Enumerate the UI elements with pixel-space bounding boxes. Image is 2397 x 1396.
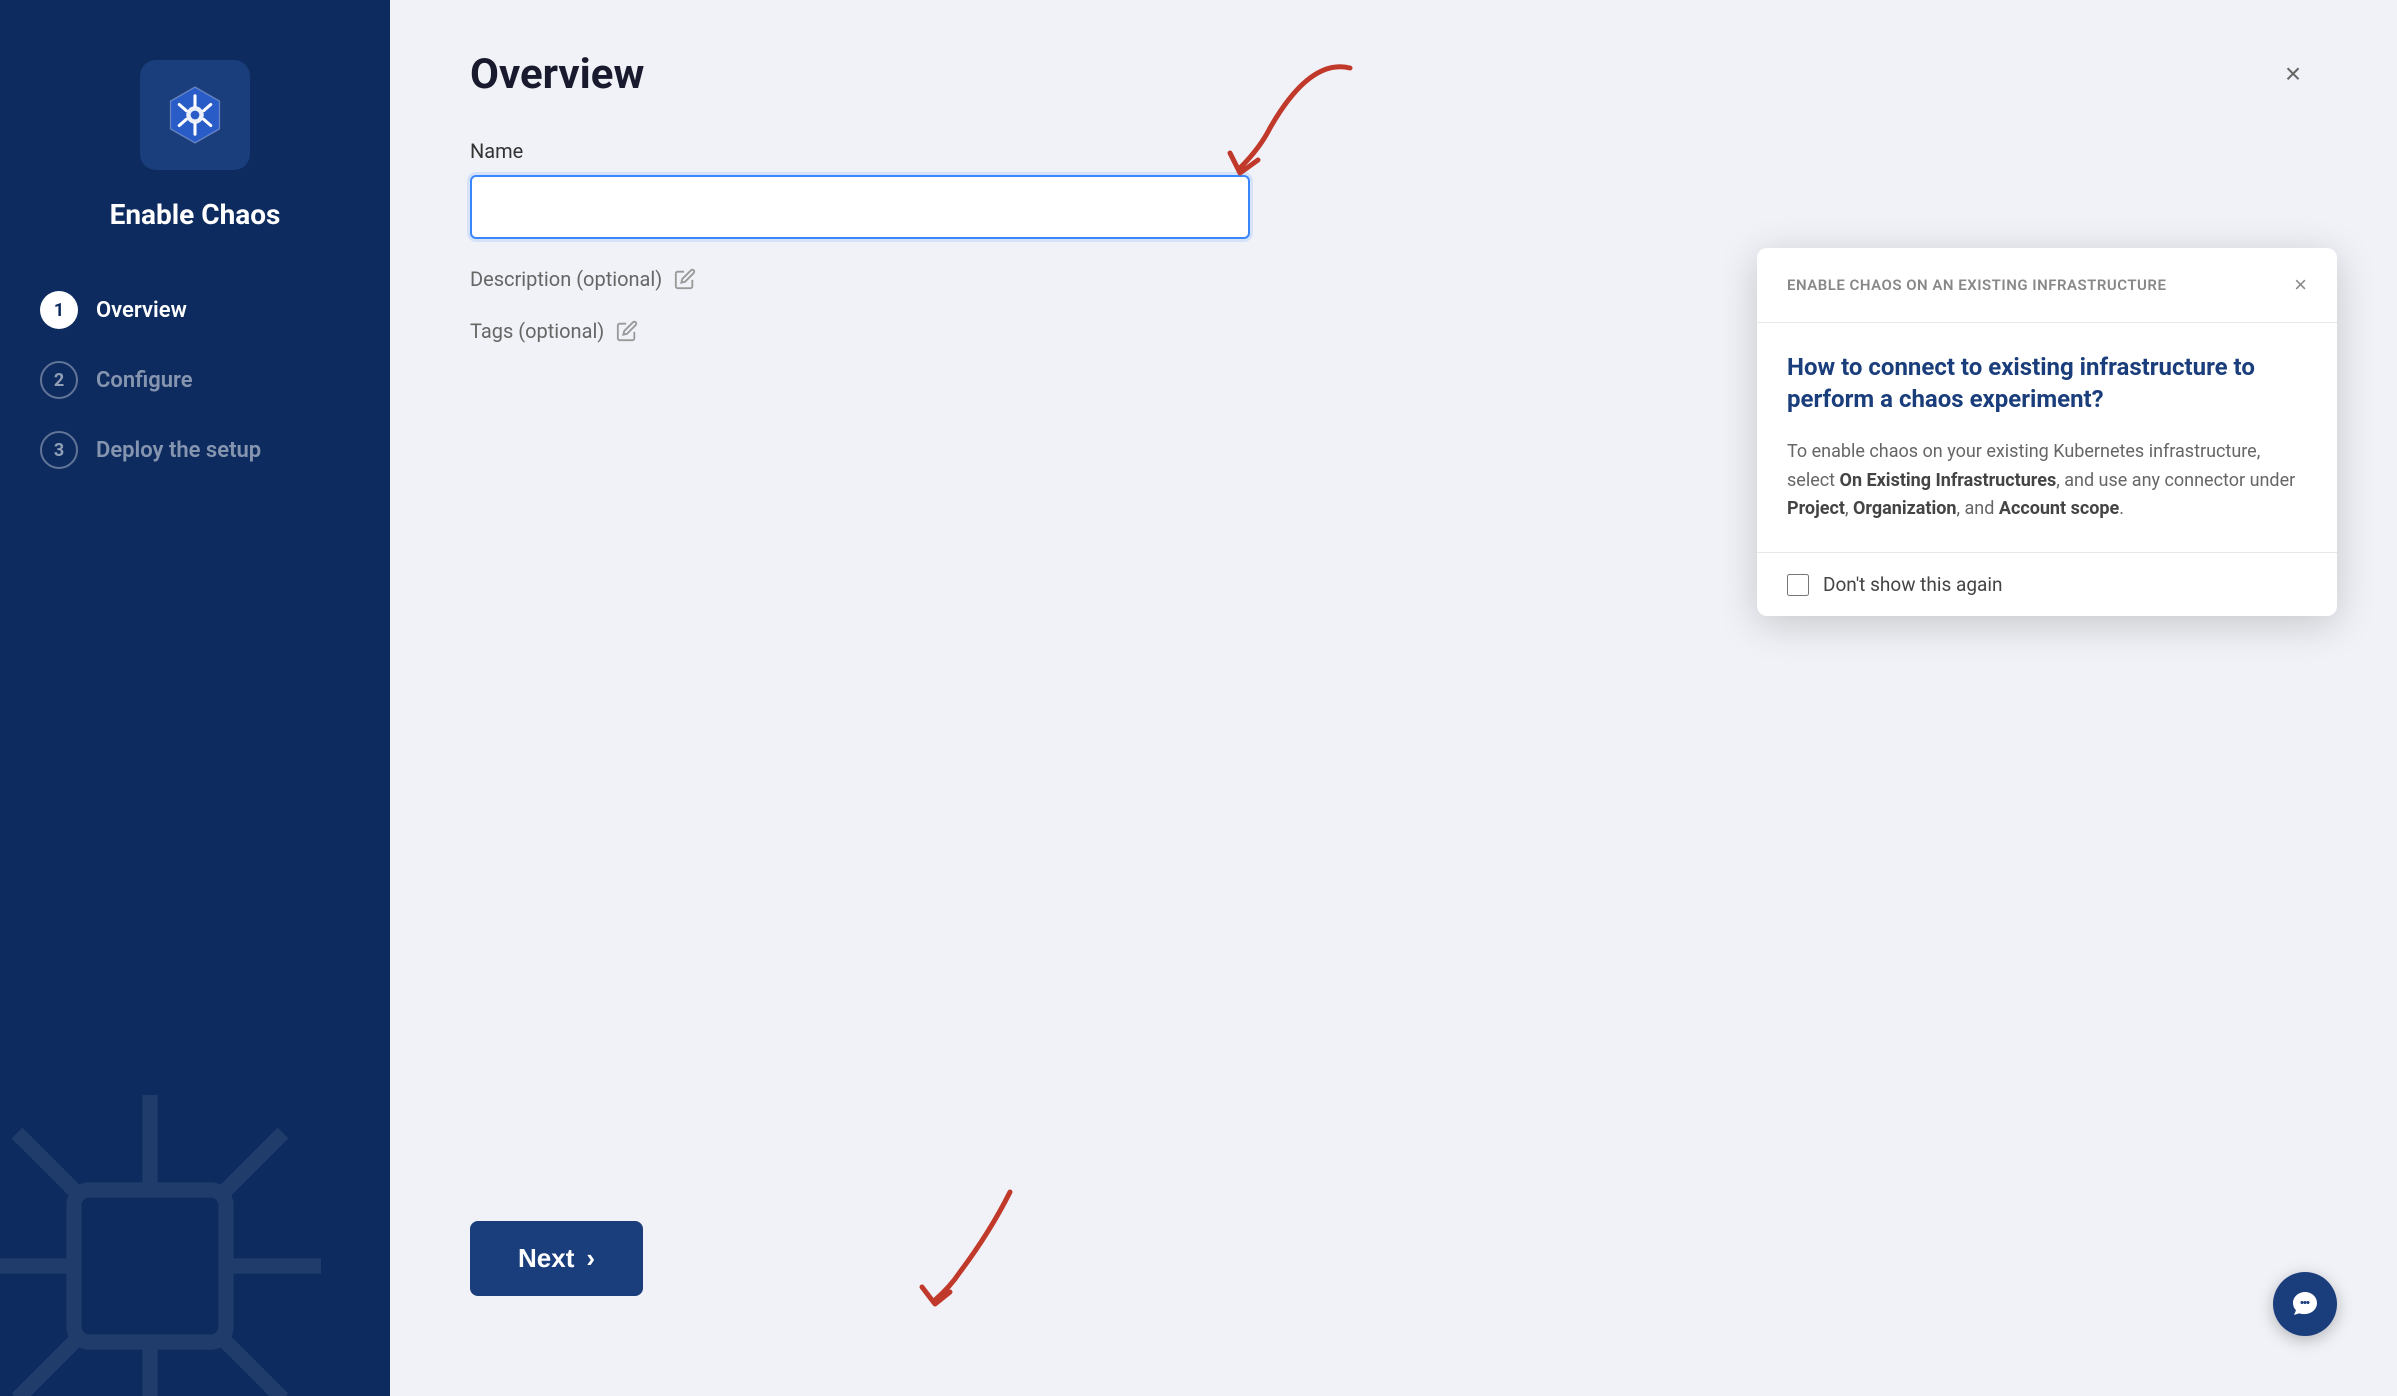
tooltip-question: How to connect to existing infrastructur…: [1787, 351, 2307, 416]
next-button[interactable]: Next ›: [470, 1221, 643, 1296]
steps-list: 1 Overview 2 Configure 3 Deploy the setu…: [0, 291, 390, 469]
tooltip-panel: ENABLE CHAOS ON AN EXISTING INFRASTRUCTU…: [1757, 248, 2337, 616]
step-2-number: 2: [40, 361, 78, 399]
next-label: Next: [518, 1243, 574, 1274]
app-logo: [140, 60, 250, 170]
tooltip-header-text: ENABLE CHAOS ON AN EXISTING INFRASTRUCTU…: [1787, 276, 2166, 294]
step-2-configure[interactable]: 2 Configure: [40, 361, 350, 399]
dont-show-checkbox[interactable]: [1787, 574, 1809, 596]
tooltip-header: ENABLE CHAOS ON AN EXISTING INFRASTRUCTU…: [1757, 248, 2337, 323]
tag-edit-icon: [616, 320, 638, 342]
close-button[interactable]: ×: [2269, 50, 2317, 98]
page-title: Overview: [470, 50, 644, 99]
name-label: Name: [470, 139, 1250, 163]
chat-icon: [2289, 1288, 2321, 1320]
edit-icon: [674, 268, 696, 290]
page-header: Overview ×: [470, 50, 2317, 99]
annotation-arrow-name: [1210, 48, 1370, 192]
step-1-number: 1: [40, 291, 78, 329]
sidebar: Enable Chaos 1 Overview 2 Configure 3 De…: [0, 0, 390, 1396]
tooltip-body: How to connect to existing infrastructur…: [1757, 323, 2337, 552]
step-3-deploy[interactable]: 3 Deploy the setup: [40, 431, 350, 469]
dont-show-label: Don't show this again: [1823, 573, 2002, 596]
step-2-label: Configure: [96, 368, 193, 393]
step-1-overview[interactable]: 1 Overview: [40, 291, 350, 329]
sidebar-title: Enable Chaos: [110, 198, 281, 231]
tags-field[interactable]: Tags (optional): [470, 319, 1250, 343]
step-1-label: Overview: [96, 298, 187, 323]
tooltip-text: To enable chaos on your existing Kuberne…: [1787, 438, 2307, 524]
next-chevron-icon: ›: [586, 1243, 595, 1274]
sidebar-watermark: [0, 1076, 340, 1396]
tooltip-close-button[interactable]: ×: [2294, 272, 2307, 298]
description-label: Description (optional): [470, 267, 662, 291]
step-3-label: Deploy the setup: [96, 438, 261, 463]
main-content: Overview × Name Description (optional) T…: [390, 0, 2397, 1396]
step-3-number: 3: [40, 431, 78, 469]
form-section: Name Description (optional) Tags (option…: [470, 139, 1250, 343]
annotation-arrow-next: [910, 1182, 1050, 1316]
name-input[interactable]: [470, 175, 1250, 239]
kubernetes-icon: [160, 80, 230, 150]
description-field[interactable]: Description (optional): [470, 267, 1250, 291]
chat-button[interactable]: [2273, 1272, 2337, 1336]
tooltip-footer: Don't show this again: [1757, 552, 2337, 616]
tags-label: Tags (optional): [470, 319, 604, 343]
